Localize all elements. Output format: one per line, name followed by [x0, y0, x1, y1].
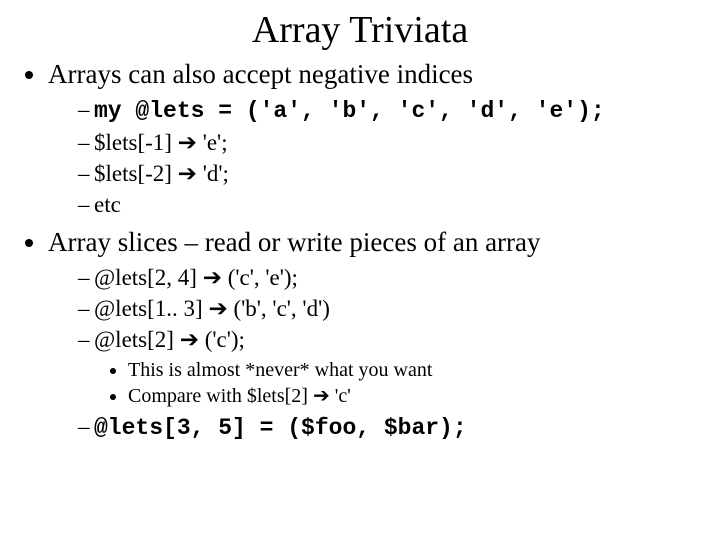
slice-ex2: @lets[1.. 3] ➔ ('b', 'c', 'd') — [78, 293, 700, 324]
code-declare: my @lets = ('a', 'b', 'c', 'd', 'e'); — [78, 94, 700, 127]
arrow-icon: ➔ — [178, 129, 197, 155]
expr: @lets[2, 4] — [94, 265, 203, 290]
note-never: This is almost *never* what you want — [128, 357, 700, 383]
slide: Array Triviata Arrays can also accept ne… — [0, 0, 720, 444]
expr: @lets[2] — [94, 327, 180, 352]
code-text: @lets[3, 5] = ($foo, $bar); — [94, 415, 467, 441]
etc-text: etc — [94, 192, 121, 217]
bullet-neg-indices: Arrays can also accept negative indices … — [48, 58, 700, 220]
arrow-icon: ➔ — [180, 326, 199, 352]
arrow-icon: ➔ — [203, 264, 222, 290]
bullet-text: Arrays can also accept negative indices — [48, 59, 473, 89]
code-text: my @lets = ('a', 'b', 'c', 'd', 'e'); — [94, 98, 605, 124]
arrow-icon: ➔ — [208, 295, 227, 321]
result: 'd'; — [197, 161, 229, 186]
arrow-icon: ➔ — [178, 160, 197, 186]
note-post: 'c' — [330, 385, 351, 407]
note-compare: Compare with $lets[2] ➔ 'c' — [128, 383, 700, 409]
example-neg1: $lets[-1] ➔ 'e'; — [78, 127, 700, 158]
arrow-icon: ➔ — [313, 385, 330, 407]
note-pre: Compare with $lets[2] — [128, 385, 313, 407]
result: 'e'; — [197, 130, 228, 155]
expr: $lets[-2] — [94, 161, 178, 186]
slice-assign: @lets[3, 5] = ($foo, $bar); — [78, 411, 700, 444]
slice-ex3: @lets[2] ➔ ('c'); This is almost *never*… — [78, 324, 700, 409]
result: ('b', 'c', 'd') — [228, 296, 330, 321]
notes-list: This is almost *never* what you want Com… — [94, 357, 700, 409]
bullet-list: Arrays can also accept negative indices … — [20, 58, 700, 444]
note-text: This is almost *never* what you want — [128, 359, 432, 381]
bullet-text: Array slices – read or write pieces of a… — [48, 227, 541, 257]
expr: @lets[1.. 3] — [94, 296, 208, 321]
expr: $lets[-1] — [94, 130, 178, 155]
sublist-slices: @lets[2, 4] ➔ ('c', 'e'); @lets[1.. 3] ➔… — [48, 262, 700, 444]
etc-item: etc — [78, 189, 700, 220]
sublist-neg: my @lets = ('a', 'b', 'c', 'd', 'e'); $l… — [48, 94, 700, 220]
result: ('c', 'e'); — [222, 265, 298, 290]
result: ('c'); — [199, 327, 245, 352]
bullet-slices: Array slices – read or write pieces of a… — [48, 226, 700, 444]
slice-ex1: @lets[2, 4] ➔ ('c', 'e'); — [78, 262, 700, 293]
slide-title: Array Triviata — [20, 8, 700, 52]
example-neg2: $lets[-2] ➔ 'd'; — [78, 158, 700, 189]
